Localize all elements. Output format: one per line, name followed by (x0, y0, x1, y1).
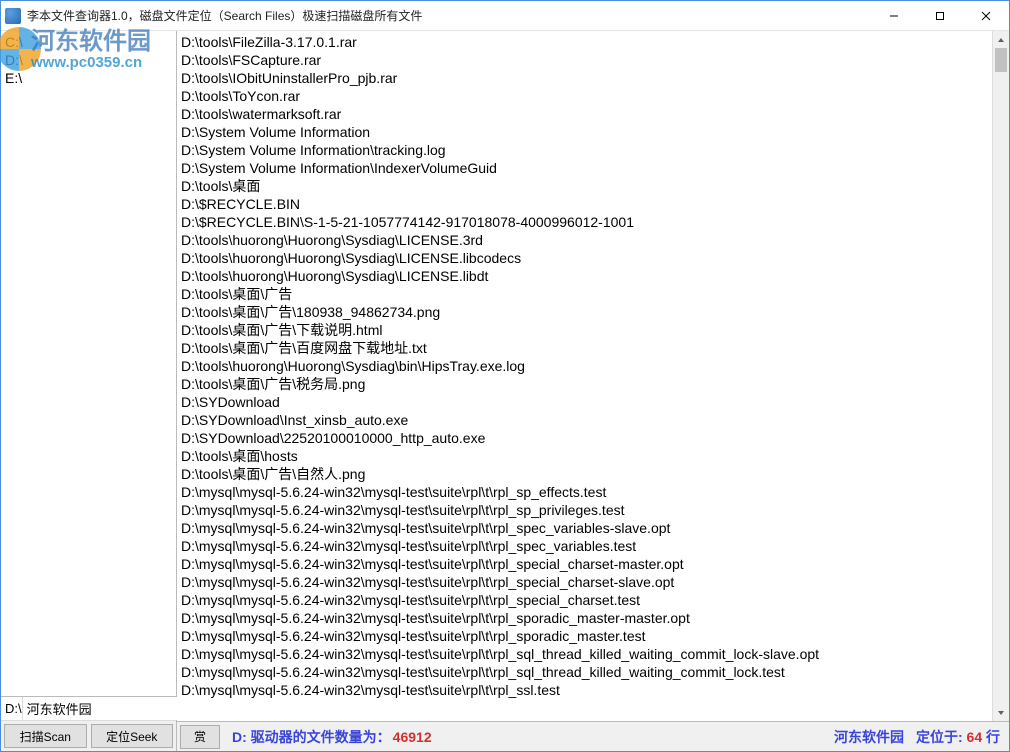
scan-button[interactable]: 扫描Scan (4, 724, 87, 748)
scroll-down-button[interactable] (993, 704, 1009, 721)
titlebar: 李本文件查询器1.0，磁盘文件定位（Search Files）极速扫描磁盘所有文… (1, 1, 1009, 31)
file-row[interactable]: D:\$RECYCLE.BIN (181, 195, 990, 213)
locate-suffix: 行 (986, 729, 1000, 745)
file-row[interactable]: D:\tools\huorong\Huorong\Sysdiag\LICENSE… (181, 267, 990, 285)
drive-item[interactable]: E:\ (5, 69, 172, 87)
file-row[interactable]: D:\mysql\mysql-5.6.24-win32\mysql-test\s… (181, 591, 990, 609)
content-area: 河东软件园 www.pc0359.cn C:\D:\E:\ D:\ 扫描Scan… (1, 31, 1009, 751)
reward-button[interactable]: 赏 (180, 725, 220, 749)
drive-item[interactable]: D:\ (5, 51, 172, 69)
file-row[interactable]: D:\SYDownload\22520100010000_http_auto.e… (181, 429, 990, 447)
file-row[interactable]: D:\tools\watermarksoft.rar (181, 105, 990, 123)
file-row[interactable]: D:\tools\桌面\广告\百度网盘下载地址.txt (181, 339, 990, 357)
file-row[interactable]: D:\tools\FileZilla-3.17.0.1.rar (181, 33, 990, 51)
status-bar: 赏 D: 驱动器的文件数量为： 46912 河东软件园 定位于: 64 行 (177, 721, 1009, 751)
file-row[interactable]: D:\mysql\mysql-5.6.24-win32\mysql-test\s… (181, 663, 990, 681)
file-row[interactable]: D:\mysql\mysql-5.6.24-win32\mysql-test\s… (181, 501, 990, 519)
file-row[interactable]: D:\tools\huorong\Huorong\Sysdiag\bin\Hip… (181, 357, 990, 375)
file-row[interactable]: D:\mysql\mysql-5.6.24-win32\mysql-test\s… (181, 627, 990, 645)
app-icon (5, 8, 21, 24)
drive-input-row: D:\ (1, 697, 176, 721)
maximize-button[interactable] (917, 1, 963, 30)
file-row[interactable]: D:\tools\桌面\广告\下载说明.html (181, 321, 990, 339)
file-row[interactable]: D:\mysql\mysql-5.6.24-win32\mysql-test\s… (181, 483, 990, 501)
file-row[interactable]: D:\tools\IObitUninstallerPro_pjb.rar (181, 69, 990, 87)
left-bottom-panel: D:\ 扫描Scan 定位Seek (1, 696, 176, 751)
window-title: 李本文件查询器1.0，磁盘文件定位（Search Files）极速扫描磁盘所有文… (27, 7, 871, 24)
app-window: 李本文件查询器1.0，磁盘文件定位（Search Files）极速扫描磁盘所有文… (0, 0, 1010, 752)
file-row[interactable]: D:\mysql\mysql-5.6.24-win32\mysql-test\s… (181, 645, 990, 663)
file-row[interactable]: D:\tools\FSCapture.rar (181, 51, 990, 69)
file-row[interactable]: D:\tools\桌面 (181, 177, 990, 195)
status-right: 河东软件园 定位于: 64 行 (834, 727, 1006, 747)
file-row[interactable]: D:\mysql\mysql-5.6.24-win32\mysql-test\s… (181, 555, 990, 573)
file-row[interactable]: D:\mysql\mysql-5.6.24-win32\mysql-test\s… (181, 681, 990, 699)
seek-button[interactable]: 定位Seek (91, 724, 174, 748)
scrollbar-thumb[interactable] (995, 48, 1007, 72)
file-row[interactable]: D:\tools\huorong\Huorong\Sysdiag\LICENSE… (181, 249, 990, 267)
file-list[interactable]: D:\tools\FileZilla-3.17.0.1.rarD:\tools\… (177, 31, 992, 721)
file-list-container: D:\tools\FileZilla-3.17.0.1.rarD:\tools\… (177, 31, 1009, 721)
drive-item[interactable]: C:\ (5, 33, 172, 51)
file-row[interactable]: D:\mysql\mysql-5.6.24-win32\mysql-test\s… (181, 573, 990, 591)
close-button[interactable] (963, 1, 1009, 30)
status-prefix: D: 驱动器的文件数量为： (232, 727, 391, 747)
file-row[interactable]: D:\mysql\mysql-5.6.24-win32\mysql-test\s… (181, 609, 990, 627)
file-row[interactable]: D:\tools\huorong\Huorong\Sysdiag\LICENSE… (181, 231, 990, 249)
file-row[interactable]: D:\tools\桌面\广告 (181, 285, 990, 303)
file-row[interactable]: D:\tools\桌面\广告\税务局.png (181, 375, 990, 393)
file-row[interactable]: D:\System Volume Information\tracking.lo… (181, 141, 990, 159)
drive-list[interactable]: C:\D:\E:\ (1, 31, 176, 696)
file-row[interactable]: D:\SYDownload (181, 393, 990, 411)
vertical-scrollbar[interactable] (992, 31, 1009, 721)
scroll-up-button[interactable] (993, 31, 1009, 48)
file-row[interactable]: D:\SYDownload\Inst_xinsb_auto.exe (181, 411, 990, 429)
file-row[interactable]: D:\tools\桌面\广告\180938_94862734.png (181, 303, 990, 321)
file-row[interactable]: D:\mysql\mysql-5.6.24-win32\mysql-test\s… (181, 519, 990, 537)
file-row[interactable]: D:\System Volume Information (181, 123, 990, 141)
file-row[interactable]: D:\tools\桌面\广告\自然人.png (181, 465, 990, 483)
scrollbar-track[interactable] (993, 48, 1009, 704)
file-row[interactable]: D:\$RECYCLE.BIN\S-1-5-21-1057774142-9170… (181, 213, 990, 231)
window-controls (871, 1, 1009, 30)
status-label: D: 驱动器的文件数量为： 46912 (228, 726, 826, 748)
locate-prefix: 定位于: (916, 729, 963, 745)
right-pane: D:\tools\FileZilla-3.17.0.1.rarD:\tools\… (177, 31, 1009, 751)
status-count: 46912 (393, 729, 432, 745)
locate-number: 64 (967, 729, 983, 745)
brand-label: 河东软件园 (834, 727, 904, 747)
file-row[interactable]: D:\tools\ToYcon.rar (181, 87, 990, 105)
file-row[interactable]: D:\mysql\mysql-5.6.24-win32\mysql-test\s… (181, 537, 990, 555)
drive-label: D:\ (1, 697, 23, 720)
left-pane: C:\D:\E:\ D:\ 扫描Scan 定位Seek (1, 31, 177, 751)
file-row[interactable]: D:\System Volume Information\IndexerVolu… (181, 159, 990, 177)
file-row[interactable]: D:\tools\桌面\hosts (181, 447, 990, 465)
locate-label: 定位于: 64 行 (916, 727, 1000, 747)
left-button-row: 扫描Scan 定位Seek (1, 721, 176, 751)
minimize-button[interactable] (871, 1, 917, 30)
